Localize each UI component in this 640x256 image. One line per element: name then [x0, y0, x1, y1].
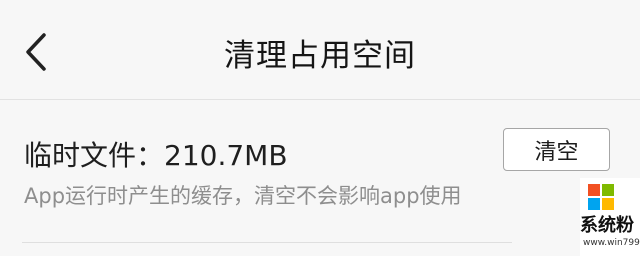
- divider: [22, 242, 512, 243]
- nav-header: 清理占用空间: [0, 0, 640, 100]
- watermark-text: 系统粉: [580, 215, 634, 236]
- temp-files-description: App运行时产生的缓存，清空不会影响app使用: [24, 184, 462, 208]
- windows-logo-icon: [588, 184, 614, 210]
- watermark-url: www.win7999.com: [583, 238, 640, 248]
- watermark: 系统粉 www.win7999.com: [580, 178, 640, 256]
- temp-files-section: 临时文件：210.7MB App运行时产生的缓存，清空不会影响app使用 清空: [0, 100, 640, 256]
- page-title: 清理占用空间: [224, 38, 416, 74]
- clean-storage-screen: 清理占用空间 临时文件：210.7MB App运行时产生的缓存，清空不会影响ap…: [0, 0, 640, 256]
- temp-files-label: 临时文件：210.7MB: [24, 139, 288, 172]
- clear-button[interactable]: 清空: [503, 128, 610, 171]
